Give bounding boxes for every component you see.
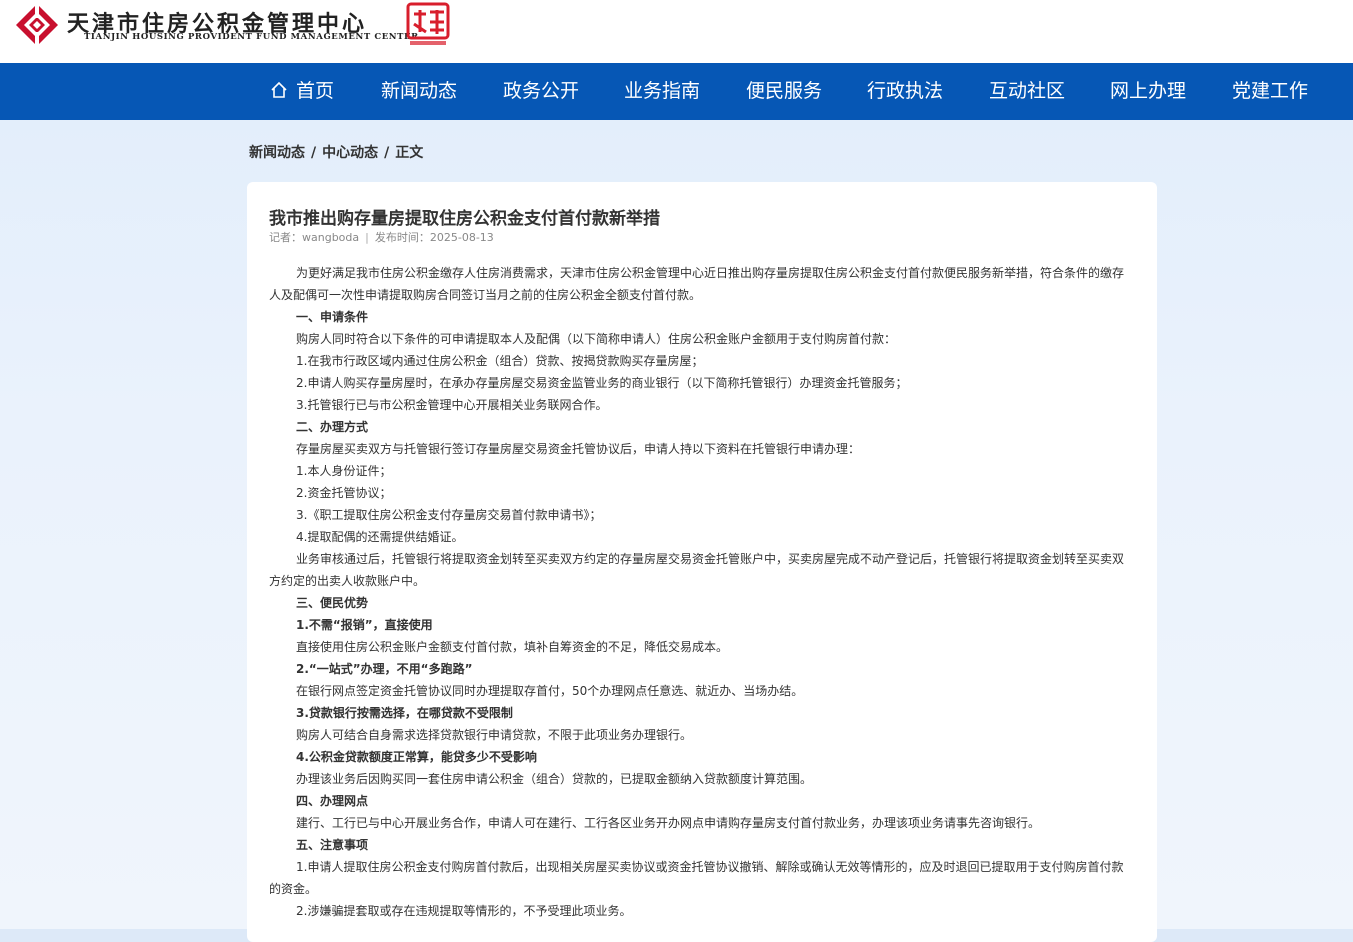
article-heading: 二、办理方式 — [296, 420, 369, 434]
nav-business-guide[interactable]: 业务指南 — [624, 63, 700, 120]
article-paragraph: 业务审核通过后，托管银行将提取资金划转至买卖双方约定的存量房屋交易资金托管账户中… — [269, 552, 1125, 588]
article-paragraph: 购房人可结合自身需求选择贷款银行申请贷款，不限于此项业务办理银行。 — [296, 728, 693, 742]
breadcrumb: 新闻动态 / 中心动态 / 正文 — [249, 142, 423, 162]
nav-home[interactable]: 首页 — [270, 63, 334, 120]
article-heading: 3.贷款银行按需选择，在哪贷款不受限制 — [296, 706, 513, 720]
breadcrumb-current: 正文 — [395, 145, 424, 161]
nav-government-affairs[interactable]: 政务公开 — [503, 63, 579, 120]
article-paragraph: 4.提取配偶的还需提供结婚证。 — [296, 530, 464, 544]
article-heading: 2.“一站式”办理，不用“多跑路” — [296, 662, 473, 676]
breadcrumb-separator: / — [384, 145, 390, 161]
article-paragraph: 建行、工行已与中心开展业务合作，申请人可在建行、工行各区业务开办网点申请购存量房… — [296, 816, 1041, 830]
article-heading: 一、申请条件 — [296, 310, 369, 324]
article-paragraph: 3.《职工提取住房公积金支付存量房交易首付款申请书》； — [296, 508, 602, 522]
article-card: 我市推出购存量房提取住房公积金支付首付款新举措 记者：wangboda | 发布时间… — [247, 182, 1157, 942]
article-paragraph: 2.涉嫌骗提套取或存在违规提取等情形的，不予受理此项业务。 — [296, 904, 632, 918]
nav-online-service[interactable]: 网上办理 — [1110, 63, 1186, 120]
article-date: 发布时间：2025-08-13 — [374, 231, 494, 244]
article-paragraph: 存量房屋买卖双方与托管银行签订存量房屋交易资金托管协议后，申请人持以下资料在托管… — [296, 442, 861, 456]
nav-convenience-services[interactable]: 便民服务 — [746, 63, 822, 120]
article-heading: 1.不需“报销”，直接使用 — [296, 618, 433, 632]
article-body: 为更好满足我市住房公积金缴存人住房消费需求，天津市住房公积金管理中心近日推出购存… — [269, 262, 1135, 922]
article-paragraph: 1.在我市行政区域内通过住房公积金（组合）贷款、按揭贷款购买存量房屋； — [296, 354, 704, 368]
article-paragraph: 在银行网点签定资金托管协议同时办理提取存首付，50个办理网点任意选、就近办、当场… — [296, 684, 804, 698]
article-heading: 4.公积金贷款额度正常算，能贷多少不受影响 — [296, 750, 537, 764]
breadcrumb-separator: / — [311, 145, 317, 161]
housing-fund-logo-icon[interactable] — [15, 3, 59, 47]
home-icon — [271, 81, 287, 98]
brand-name-en: TIANJIN HOUSING PROVIDENT FUND MANAGEMEN… — [84, 32, 419, 42]
article-paragraph: 办理该业务后因购买同一套住房申请公积金（组合）贷款的，已提取金额纳入贷款额度计算… — [296, 772, 813, 786]
nav-party-building[interactable]: 党建工作 — [1232, 63, 1308, 120]
article-paragraph: 3.托管银行已与市公积金管理中心开展相关业务联网合作。 — [296, 398, 608, 412]
breadcrumb-center-news[interactable]: 中心动态 — [322, 145, 378, 161]
article-paragraph: 1.本人身份证件； — [296, 464, 392, 478]
article-paragraph: 为更好满足我市住房公积金缴存人住房消费需求，天津市住房公积金管理中心近日推出购存… — [269, 266, 1125, 302]
article-meta: 记者：wangboda | 发布时间：2025-08-13 — [269, 231, 494, 244]
nav-law-enforcement[interactable]: 行政执法 — [867, 63, 943, 120]
main-nav: 首页 新闻动态 政务公开 业务指南 便民服务 行政执法 互动社区 网上办理 党建… — [0, 63, 1353, 120]
article-paragraph: 2.申请人购买存量房屋时，在承办存量房屋交易资金监管业务的商业银行（以下简称托管… — [296, 376, 908, 390]
article-heading: 三、便民优势 — [296, 596, 369, 610]
article-author: 记者：wangboda — [269, 231, 360, 244]
article-title: 我市推出购存量房提取住房公积金支付首付款新举措 — [269, 209, 660, 229]
breadcrumb-news[interactable]: 新闻动态 — [249, 145, 305, 161]
nav-news[interactable]: 新闻动态 — [381, 63, 457, 120]
tianjin-seal-icon — [406, 2, 450, 45]
nav-community[interactable]: 互动社区 — [989, 63, 1065, 120]
article-paragraph: 购房人同时符合以下条件的可申请提取本人及配偶（以下简称申请人）住房公积金账户金额… — [296, 332, 897, 346]
site-header: 天津市住房公积金管理中心 TIANJIN HOUSING PROVIDENT F… — [0, 0, 1353, 63]
article-heading: 四、办理网点 — [296, 794, 369, 808]
article-heading: 五、注意事项 — [296, 838, 369, 852]
article-paragraph: 2.资金托管协议； — [296, 486, 392, 500]
article-paragraph: 直接使用住房公积金账户金额支付首付款，填补自筹资金的不足，降低交易成本。 — [296, 640, 729, 654]
article-paragraph: 1.申请人提取住房公积金支付购房首付款后，出现相关房屋买卖协议或资金托管协议撤销… — [269, 860, 1124, 896]
